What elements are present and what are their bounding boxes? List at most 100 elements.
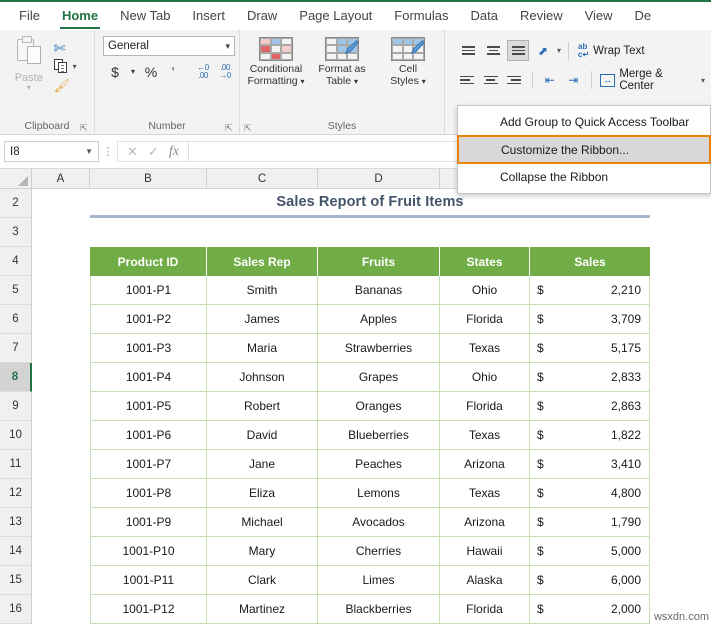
align-left-button[interactable] — [457, 70, 478, 91]
increase-indent-button[interactable]: ⇥ — [563, 70, 584, 91]
merge-and-center-button[interactable]: Merge & Center ▾ — [598, 68, 705, 92]
chevron-down-icon[interactable]: ▾ — [701, 76, 705, 85]
align-top-button[interactable] — [457, 40, 479, 61]
table-cell-rep[interactable]: Eliza — [207, 479, 318, 508]
cell-A14[interactable] — [32, 537, 90, 566]
percent-format-button[interactable]: % — [141, 61, 161, 82]
ribbon-tab-draw[interactable]: Draw — [236, 4, 288, 28]
row-header-15[interactable]: 15 — [0, 566, 32, 595]
column-header-C[interactable]: C — [207, 169, 318, 188]
copy-button[interactable]: ▾ — [52, 57, 88, 76]
row-header-2[interactable]: 2 — [0, 189, 32, 218]
cell-A4[interactable] — [32, 247, 90, 276]
cell-A11[interactable] — [32, 450, 90, 479]
cell-D3[interactable] — [318, 218, 440, 247]
row-header-8[interactable]: 8 — [0, 363, 32, 392]
row-header-4[interactable]: 4 — [0, 247, 32, 276]
row-header-5[interactable]: 5 — [0, 276, 32, 305]
table-cell-id[interactable]: 1001-P2 — [90, 305, 207, 334]
table-cell-fruit[interactable]: Blackberries — [318, 595, 440, 624]
table-cell-state[interactable]: Ohio — [440, 363, 530, 392]
cut-button[interactable]: ✄ — [52, 38, 88, 57]
context-menu-item-0[interactable]: Add Group to Quick Access Toolbar — [458, 109, 710, 135]
align-right-button[interactable] — [504, 70, 525, 91]
row-header-12[interactable]: 12 — [0, 479, 32, 508]
table-cell-fruit[interactable]: Apples — [318, 305, 440, 334]
ribbon-tab-file[interactable]: File — [8, 4, 51, 28]
row-header-9[interactable]: 9 — [0, 392, 32, 421]
table-header-1[interactable]: Sales Rep — [207, 247, 318, 276]
name-box[interactable]: I8 ▼ — [4, 141, 99, 162]
row-header-10[interactable]: 10 — [0, 421, 32, 450]
table-cell-state[interactable]: Texas — [440, 421, 530, 450]
row-header-14[interactable]: 14 — [0, 537, 32, 566]
styles-dialog-launcher[interactable]: ⇱ — [244, 124, 253, 133]
column-header-D[interactable]: D — [318, 169, 440, 188]
table-cell-fruit[interactable]: Lemons — [318, 479, 440, 508]
table-cell-state[interactable]: Florida — [440, 595, 530, 624]
ribbon-tab-view[interactable]: View — [574, 4, 624, 28]
number-dialog-launcher[interactable]: ⇱ — [225, 124, 234, 133]
table-cell-id[interactable]: 1001-P6 — [90, 421, 207, 450]
row-header-7[interactable]: 7 — [0, 334, 32, 363]
table-cell-state[interactable]: Florida — [440, 392, 530, 421]
align-bottom-button[interactable] — [507, 40, 529, 61]
ribbon-tab-de[interactable]: De — [624, 4, 663, 28]
cell-A13[interactable] — [32, 508, 90, 537]
ribbon-tab-formulas[interactable]: Formulas — [383, 4, 459, 28]
clipboard-dialog-launcher[interactable]: ⇱ — [80, 124, 89, 133]
cell-styles-button[interactable]: Cell Styles ▾ — [376, 37, 440, 119]
chevron-down-icon[interactable]: ▾ — [73, 62, 77, 71]
table-cell-rep[interactable]: Michael — [207, 508, 318, 537]
table-cell-rep[interactable]: David — [207, 421, 318, 450]
table-cell-rep[interactable]: Robert — [207, 392, 318, 421]
decrease-indent-button[interactable]: ⇤ — [539, 70, 560, 91]
increase-decimal-button[interactable]: ←0.00 — [193, 61, 213, 82]
table-cell-sales[interactable]: $3,410 — [530, 450, 650, 479]
column-header-A[interactable]: A — [32, 169, 90, 188]
table-cell-sales[interactable]: $6,000 — [530, 566, 650, 595]
table-cell-sales[interactable]: $3,709 — [530, 305, 650, 334]
align-middle-button[interactable] — [482, 40, 504, 61]
ribbon-tab-insert[interactable]: Insert — [181, 4, 236, 28]
cell-A6[interactable] — [32, 305, 90, 334]
table-cell-id[interactable]: 1001-P4 — [90, 363, 207, 392]
context-menu-item-2[interactable]: Collapse the Ribbon — [458, 164, 710, 190]
wrap-text-button[interactable]: ab c↵ Wrap Text — [576, 42, 645, 59]
format-as-table-button[interactable]: Format as Table ▾ — [310, 37, 374, 119]
table-cell-state[interactable]: Arizona — [440, 450, 530, 479]
table-cell-fruit[interactable]: Oranges — [318, 392, 440, 421]
cell-B3[interactable] — [90, 218, 207, 247]
table-cell-sales[interactable]: $2,833 — [530, 363, 650, 392]
cell-F3[interactable] — [500, 218, 650, 247]
table-cell-state[interactable]: Texas — [440, 479, 530, 508]
currency-format-button[interactable]: $ — [105, 61, 125, 82]
table-cell-fruit[interactable]: Blueberries — [318, 421, 440, 450]
cell-A10[interactable] — [32, 421, 90, 450]
ribbon-tab-home[interactable]: Home — [51, 4, 109, 29]
cell-E3[interactable] — [440, 218, 500, 247]
table-cell-id[interactable]: 1001-P5 — [90, 392, 207, 421]
table-cell-sales[interactable]: $4,800 — [530, 479, 650, 508]
table-cell-rep[interactable]: Jane — [207, 450, 318, 479]
format-painter-button[interactable]: 🖌 — [52, 76, 88, 95]
table-cell-rep[interactable]: Maria — [207, 334, 318, 363]
table-cell-rep[interactable]: Mary — [207, 537, 318, 566]
table-cell-state[interactable]: Florida — [440, 305, 530, 334]
confirm-icon[interactable]: ✓ — [148, 145, 159, 158]
table-cell-state[interactable]: Hawaii — [440, 537, 530, 566]
table-cell-id[interactable]: 1001-P7 — [90, 450, 207, 479]
table-cell-sales[interactable]: $5,175 — [530, 334, 650, 363]
table-cell-rep[interactable]: Smith — [207, 276, 318, 305]
table-cell-fruit[interactable]: Bananas — [318, 276, 440, 305]
table-cell-fruit[interactable]: Grapes — [318, 363, 440, 392]
row-header-13[interactable]: 13 — [0, 508, 32, 537]
comma-format-button[interactable]: ’ — [163, 61, 183, 82]
cell-A16[interactable] — [32, 595, 90, 624]
table-cell-sales[interactable]: $2,000 — [530, 595, 650, 624]
table-cell-sales[interactable]: $2,210 — [530, 276, 650, 305]
decrease-decimal-button[interactable]: .00 →0 — [215, 61, 235, 82]
table-header-2[interactable]: Fruits — [318, 247, 440, 276]
table-cell-rep[interactable]: Clark — [207, 566, 318, 595]
table-cell-id[interactable]: 1001-P11 — [90, 566, 207, 595]
